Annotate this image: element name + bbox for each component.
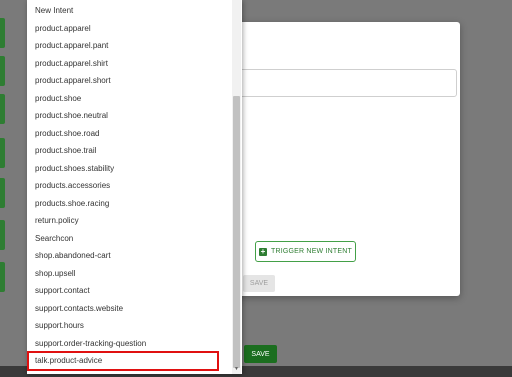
dropdown-item[interactable]: product.apparel	[27, 20, 232, 38]
sidebar-tab[interactable]	[0, 178, 5, 208]
dropdown-item[interactable]: product.shoe	[27, 90, 232, 108]
save-button-disabled[interactable]: SAVE	[243, 275, 275, 292]
dropdown-item[interactable]: support.order-tracking-question	[27, 335, 232, 353]
dropdown-item[interactable]: shop.upsell	[27, 265, 232, 283]
plus-icon: +	[259, 246, 267, 256]
scroll-down-arrow-icon[interactable]: ▼	[233, 366, 240, 373]
sidebar-tab[interactable]	[0, 262, 5, 292]
dropdown-item[interactable]: product.apparel.shirt	[27, 55, 232, 73]
dropdown-item[interactable]: product.shoe.road	[27, 125, 232, 143]
dropdown-item-highlighted[interactable]: talk.product-advice	[27, 352, 232, 370]
scrollbar-thumb[interactable]	[233, 96, 240, 368]
dropdown-item[interactable]: product.shoes.stability	[27, 160, 232, 178]
intent-dropdown: New Intent product.apparel product.appar…	[27, 0, 242, 374]
sidebar-tab[interactable]	[0, 18, 5, 48]
sidebar-tab[interactable]	[0, 56, 5, 86]
dropdown-item[interactable]: products.shoe.racing	[27, 195, 232, 213]
dropdown-item[interactable]: Searchcon	[27, 230, 232, 248]
dropdown-item[interactable]: product.shoe.trail	[27, 142, 232, 160]
trigger-label: TRIGGER NEW INTENT	[271, 248, 352, 255]
dropdown-item[interactable]: support.contacts.website	[27, 300, 232, 318]
dropdown-item[interactable]: return.policy	[27, 212, 232, 230]
trigger-new-intent-button[interactable]: + TRIGGER NEW INTENT	[255, 241, 356, 262]
sidebar-tab[interactable]	[0, 94, 5, 124]
sidebar-tab[interactable]	[0, 138, 5, 168]
dropdown-item[interactable]: product.shoe.neutral	[27, 107, 232, 125]
sidebar-tab[interactable]	[0, 220, 5, 250]
dropdown-item[interactable]: shop.abandoned-cart	[27, 247, 232, 265]
dropdown-item[interactable]: product.apparel.pant	[27, 37, 232, 55]
intent-list: New Intent product.apparel product.appar…	[27, 2, 232, 370]
dropdown-item[interactable]: New Intent	[27, 2, 232, 20]
save-button[interactable]: SAVE	[244, 345, 277, 363]
dropdown-item[interactable]: products.accessories	[27, 177, 232, 195]
dropdown-item[interactable]: product.apparel.short	[27, 72, 232, 90]
dropdown-item[interactable]: support.contact	[27, 282, 232, 300]
dropdown-item[interactable]: support.hours	[27, 317, 232, 335]
